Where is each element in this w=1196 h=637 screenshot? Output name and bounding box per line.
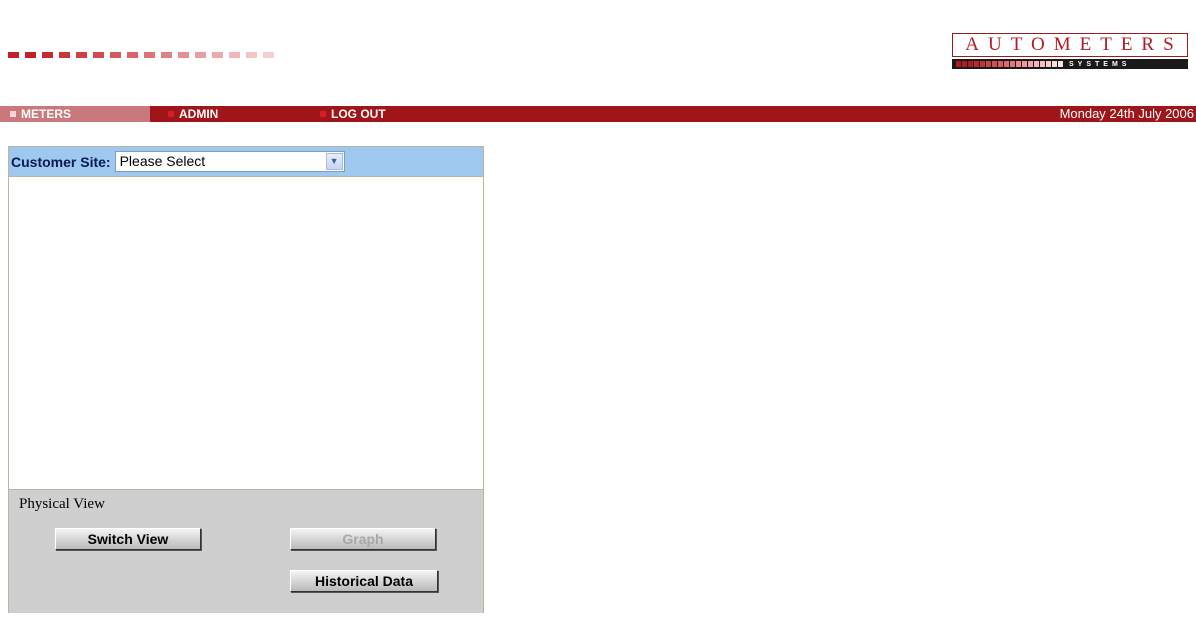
logo-bar bbox=[998, 61, 1003, 67]
meter-tree-area bbox=[9, 177, 483, 490]
decorative-square bbox=[93, 52, 104, 58]
logo-bar bbox=[1052, 61, 1057, 67]
square-bullet-icon bbox=[168, 111, 174, 117]
logo-systems-text: SYSTEMS bbox=[1069, 60, 1131, 68]
view-mode-label: Physical View bbox=[19, 496, 105, 512]
logo-bar bbox=[1016, 61, 1021, 67]
logo-bar bbox=[980, 61, 985, 67]
logo-bar bbox=[956, 61, 961, 67]
logo-bar bbox=[1058, 61, 1063, 67]
decorative-square bbox=[161, 52, 172, 58]
decorative-square bbox=[42, 52, 53, 58]
decorative-square bbox=[229, 52, 240, 58]
chevron-down-icon[interactable]: ▼ bbox=[325, 153, 343, 170]
logo-subbar: SYSTEMS bbox=[952, 59, 1188, 69]
logo-bar bbox=[968, 61, 973, 67]
autometers-logo: AUTOMETERS SYSTEMS bbox=[952, 33, 1188, 75]
logo-bar bbox=[1004, 61, 1009, 67]
nav-item-label: METERS bbox=[21, 107, 72, 121]
decorative-square bbox=[76, 52, 87, 58]
logo-bar bbox=[974, 61, 979, 67]
decorative-square bbox=[144, 52, 155, 58]
decorative-square bbox=[263, 52, 274, 58]
logo-bars bbox=[956, 61, 1063, 67]
decorative-square bbox=[8, 52, 19, 58]
nav-item-label: ADMIN bbox=[179, 107, 219, 121]
customer-site-label: Customer Site: bbox=[11, 153, 111, 170]
nav-item-log-out[interactable]: LOG OUT bbox=[318, 106, 386, 122]
logo-bar bbox=[1040, 61, 1045, 67]
decorative-square-strip bbox=[8, 52, 274, 58]
decorative-square bbox=[59, 52, 70, 58]
logo-bar bbox=[1022, 61, 1027, 67]
decorative-square bbox=[246, 52, 257, 58]
decorative-square bbox=[178, 52, 189, 58]
decorative-square bbox=[110, 52, 121, 58]
decorative-square bbox=[127, 52, 138, 58]
nav-item-label: LOG OUT bbox=[331, 107, 386, 121]
square-bullet-icon bbox=[10, 111, 16, 117]
panel-footer: Physical View Switch View Graph Historic… bbox=[9, 490, 483, 613]
logo-wordmark: AUTOMETERS bbox=[952, 33, 1188, 57]
logo-bar bbox=[1010, 61, 1015, 67]
decorative-square bbox=[212, 52, 223, 58]
current-date: Monday 24th July 2006 bbox=[1059, 106, 1194, 121]
switch-view-button[interactable]: Switch View bbox=[55, 528, 201, 550]
nav-item-meters[interactable]: METERS bbox=[0, 106, 150, 122]
logo-bar bbox=[986, 61, 991, 67]
logo-bar bbox=[1046, 61, 1051, 67]
nav-item-admin[interactable]: ADMIN bbox=[162, 106, 218, 122]
meter-panel: Customer Site: Please Select ▼ Physical … bbox=[8, 146, 484, 613]
decorative-square bbox=[25, 52, 36, 58]
historical-data-button[interactable]: Historical Data bbox=[290, 570, 438, 592]
logo-bar bbox=[962, 61, 967, 67]
main-navbar: METERS ADMIN LOG OUT Monday 24th July 20… bbox=[0, 106, 1196, 122]
logo-bar bbox=[1034, 61, 1039, 67]
decorative-square bbox=[195, 52, 206, 58]
panel-header: Customer Site: Please Select ▼ bbox=[9, 147, 483, 177]
logo-bar bbox=[992, 61, 997, 67]
logo-bar bbox=[1028, 61, 1033, 67]
customer-site-select-value: Please Select bbox=[119, 153, 206, 169]
customer-site-select[interactable]: Please Select ▼ bbox=[114, 151, 345, 172]
graph-button[interactable]: Graph bbox=[290, 528, 436, 550]
square-bullet-icon bbox=[320, 111, 326, 117]
